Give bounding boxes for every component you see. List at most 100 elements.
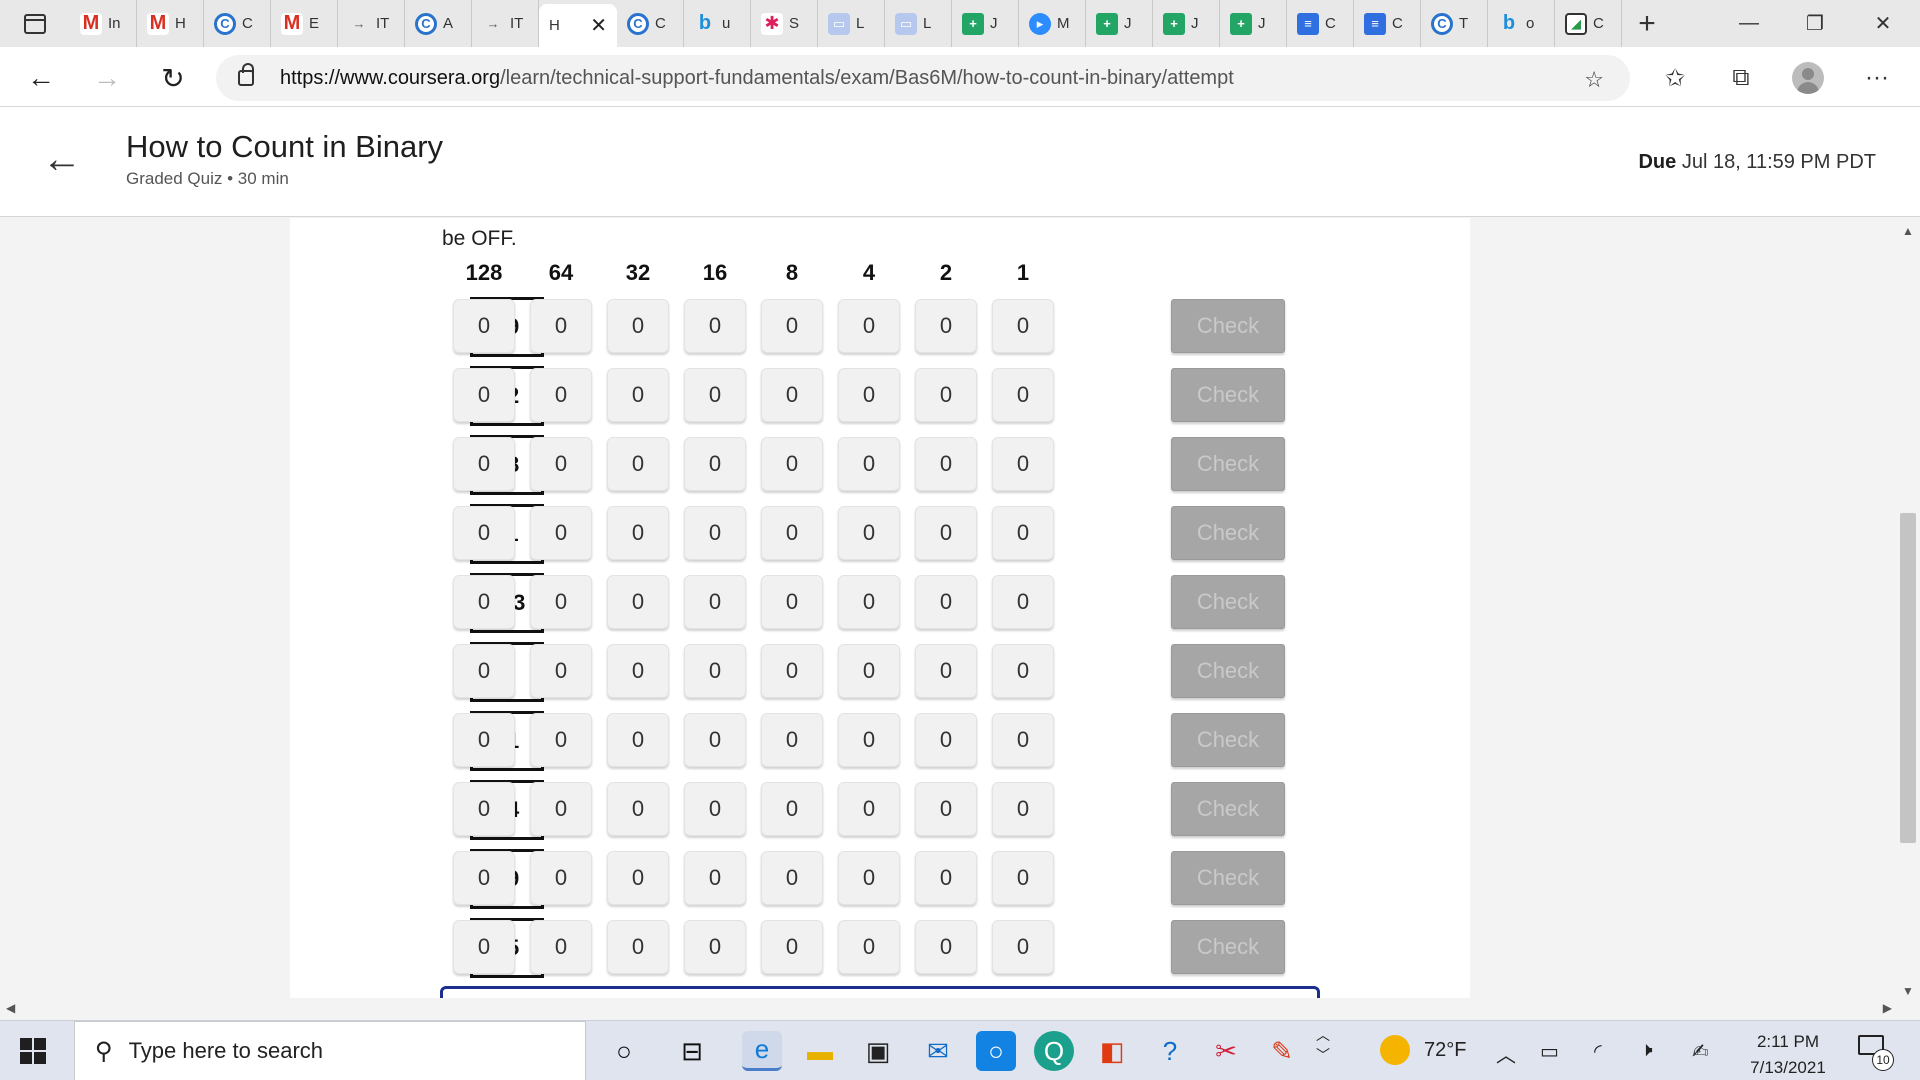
bit-toggle-button[interactable]: 0 xyxy=(838,851,900,905)
bit-toggle-button[interactable]: 0 xyxy=(915,368,977,422)
bit-toggle-button[interactable]: 0 xyxy=(992,644,1054,698)
bit-toggle-button[interactable]: 0 xyxy=(453,575,515,629)
bit-toggle-button[interactable]: 0 xyxy=(761,575,823,629)
scroll-down-icon[interactable]: ▼ xyxy=(1902,984,1914,998)
bit-toggle-button[interactable]: 0 xyxy=(838,368,900,422)
back-button[interactable]: ← xyxy=(24,61,58,95)
mail-button[interactable]: ✉ xyxy=(918,1031,958,1071)
check-button[interactable]: Check xyxy=(1171,644,1285,698)
browser-tab[interactable]: CC xyxy=(204,0,271,47)
bit-toggle-button[interactable]: 0 xyxy=(607,437,669,491)
bit-toggle-button[interactable]: 0 xyxy=(915,782,977,836)
bit-toggle-button[interactable]: 0 xyxy=(530,368,592,422)
bit-toggle-button[interactable]: 0 xyxy=(992,920,1054,974)
bit-toggle-button[interactable]: 0 xyxy=(838,299,900,353)
bit-toggle-button[interactable]: 0 xyxy=(761,851,823,905)
bit-toggle-button[interactable]: 0 xyxy=(607,368,669,422)
browser-tab[interactable]: ✱ S xyxy=(751,0,818,47)
browser-tab[interactable]: CA xyxy=(405,0,472,47)
bit-toggle-button[interactable]: 0 xyxy=(607,851,669,905)
bit-toggle-button[interactable]: 0 xyxy=(838,644,900,698)
bit-toggle-button[interactable]: 0 xyxy=(992,782,1054,836)
scroll-thumb[interactable] xyxy=(1900,513,1916,843)
vertical-scrollbar[interactable]: ▲ ▼ xyxy=(1896,218,1920,998)
forward-button[interactable]: → xyxy=(90,61,124,95)
support-app-button[interactable]: Q xyxy=(1034,1031,1074,1071)
start-button[interactable] xyxy=(20,1038,46,1064)
new-tab-button[interactable]: + xyxy=(1622,7,1672,41)
bit-toggle-button[interactable]: 0 xyxy=(838,437,900,491)
volume-icon[interactable]: 🕨 xyxy=(1640,1039,1653,1062)
check-button[interactable]: Check xyxy=(1171,299,1285,353)
settings-menu-button[interactable]: ··· xyxy=(1860,61,1894,95)
horizontal-scrollbar[interactable]: ◀ ▶ xyxy=(0,998,1896,1020)
browser-tab[interactable]: + J xyxy=(952,0,1019,47)
bit-toggle-button[interactable]: 0 xyxy=(838,506,900,560)
bit-toggle-button[interactable]: 0 xyxy=(761,368,823,422)
office-button[interactable]: ◧ xyxy=(1092,1031,1132,1071)
clock[interactable]: 2:11 PM 7/13/2021 xyxy=(1740,1029,1836,1080)
bit-toggle-button[interactable]: 0 xyxy=(607,506,669,560)
bit-toggle-button[interactable]: 0 xyxy=(838,782,900,836)
task-view-button[interactable]: ⊟ xyxy=(672,1031,712,1071)
browser-tab[interactable]: bo xyxy=(1488,0,1555,47)
bit-toggle-button[interactable]: 0 xyxy=(453,920,515,974)
bit-toggle-button[interactable]: 0 xyxy=(530,713,592,767)
scroll-up-icon[interactable]: ▲ xyxy=(1902,224,1914,238)
bit-toggle-button[interactable]: 0 xyxy=(915,506,977,560)
browser-tab[interactable]: + J xyxy=(1153,0,1220,47)
bit-toggle-button[interactable]: 0 xyxy=(684,368,746,422)
notification-center-button[interactable]: 10 xyxy=(1858,1035,1894,1071)
bit-toggle-button[interactable]: 0 xyxy=(530,575,592,629)
restore-button[interactable]: ❐ xyxy=(1782,0,1848,47)
browser-tab[interactable]: ▭ L xyxy=(885,0,952,47)
bit-toggle-button[interactable]: 0 xyxy=(453,437,515,491)
bit-toggle-button[interactable]: 0 xyxy=(530,437,592,491)
add-favorite-button[interactable]: ☆ xyxy=(1584,67,1604,93)
check-button[interactable]: Check xyxy=(1171,506,1285,560)
bit-toggle-button[interactable]: 0 xyxy=(915,920,977,974)
browser-tab[interactable]: M In xyxy=(70,0,137,47)
edge-taskbar-button[interactable]: e xyxy=(742,1031,782,1071)
paint-app-button[interactable]: ✎ xyxy=(1262,1031,1302,1071)
browser-tab[interactable]: CC xyxy=(617,0,684,47)
bit-toggle-button[interactable]: 0 xyxy=(607,782,669,836)
bit-toggle-button[interactable]: 0 xyxy=(684,506,746,560)
bit-toggle-button[interactable]: 0 xyxy=(684,299,746,353)
bit-toggle-button[interactable]: 0 xyxy=(915,713,977,767)
check-button[interactable]: Check xyxy=(1171,920,1285,974)
bit-toggle-button[interactable]: 0 xyxy=(915,575,977,629)
browser-tab[interactable]: ≡ C xyxy=(1354,0,1421,47)
bit-toggle-button[interactable]: 0 xyxy=(915,644,977,698)
browser-tab[interactable]: ▭ L xyxy=(818,0,885,47)
browser-tab[interactable]: ME xyxy=(271,0,338,47)
bit-toggle-button[interactable]: 0 xyxy=(607,575,669,629)
bit-toggle-button[interactable]: 0 xyxy=(992,851,1054,905)
bit-toggle-button[interactable]: 0 xyxy=(838,575,900,629)
check-button[interactable]: Check xyxy=(1171,437,1285,491)
scroll-left-icon[interactable]: ◀ xyxy=(6,1001,15,1015)
collections-button[interactable]: ⧉ xyxy=(1724,61,1758,95)
minimize-button[interactable]: — xyxy=(1716,0,1782,47)
bit-toggle-button[interactable]: 0 xyxy=(684,644,746,698)
browser-tab[interactable]: ≡ C xyxy=(1287,0,1354,47)
check-button[interactable]: Check xyxy=(1171,368,1285,422)
close-tab-icon[interactable]: ✕ xyxy=(590,13,607,38)
bit-toggle-button[interactable]: 0 xyxy=(530,782,592,836)
url-text[interactable]: https://www.coursera.org/learn/technical… xyxy=(280,67,1234,90)
bit-toggle-button[interactable]: 0 xyxy=(453,506,515,560)
bit-toggle-button[interactable]: 0 xyxy=(530,851,592,905)
taskbar-search[interactable]: ⚲ Type here to search xyxy=(74,1021,586,1080)
bit-toggle-button[interactable]: 0 xyxy=(915,851,977,905)
zoom-app-button[interactable]: ○ xyxy=(976,1031,1016,1071)
browser-tab[interactable]: + J xyxy=(1220,0,1287,47)
bit-toggle-button[interactable]: 0 xyxy=(684,713,746,767)
check-button[interactable]: Check xyxy=(1171,575,1285,629)
check-button[interactable]: Check xyxy=(1171,851,1285,905)
tab-actions-button[interactable] xyxy=(0,0,70,47)
browser-tab[interactable]: CT xyxy=(1421,0,1488,47)
battery-icon[interactable]: ▭ xyxy=(1540,1039,1559,1064)
bit-toggle-button[interactable]: 0 xyxy=(992,713,1054,767)
bit-toggle-button[interactable]: 0 xyxy=(607,299,669,353)
bit-toggle-button[interactable]: 0 xyxy=(915,437,977,491)
